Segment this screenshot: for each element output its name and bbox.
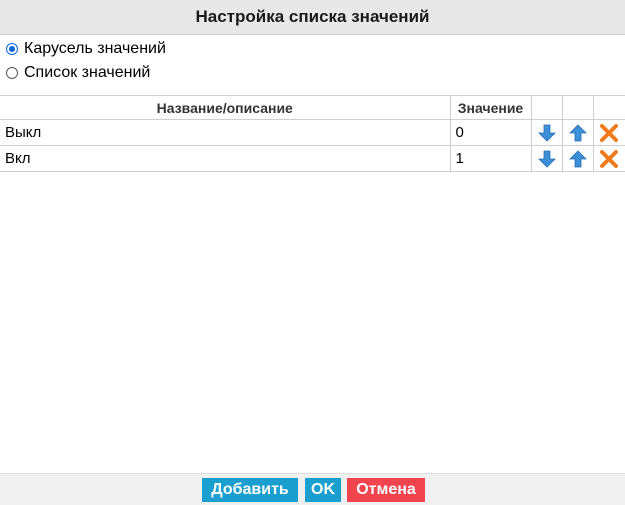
column-header-delete xyxy=(593,96,625,120)
arrow-up-icon[interactable] xyxy=(568,149,588,169)
arrow-down-icon[interactable] xyxy=(537,149,557,169)
row-name-cell[interactable]: Выкл xyxy=(0,119,451,146)
close-icon[interactable] xyxy=(599,149,619,169)
table-header-row: Название/описание Значение xyxy=(0,96,625,120)
row-name-cell[interactable]: Вкл xyxy=(0,145,451,172)
table-row: Вкл 1 xyxy=(0,145,625,172)
values-grid: Название/описание Значение Выкл 0 Вкл 1 xyxy=(0,95,625,474)
value-list-dialog: Настройка списка значений Карусель значе… xyxy=(0,0,625,505)
move-down-cell xyxy=(531,145,563,172)
values-table: Название/описание Значение Выкл 0 Вкл 1 xyxy=(0,96,625,172)
column-header-move-down xyxy=(531,96,563,120)
move-down-cell xyxy=(531,119,563,146)
radio-carousel-option[interactable]: Карусель значений xyxy=(6,37,166,61)
column-header-value: Значение xyxy=(450,96,532,120)
radio-list-option[interactable]: Список значений xyxy=(6,61,166,85)
move-up-cell xyxy=(562,119,594,146)
close-icon[interactable] xyxy=(599,123,619,143)
add-button[interactable]: Добавить xyxy=(202,478,298,502)
radio-carousel-label: Карусель значений xyxy=(24,40,166,57)
radio-carousel[interactable] xyxy=(6,43,18,55)
dialog-title-text: Настройка списка значений xyxy=(195,7,430,26)
cancel-button[interactable]: Отмена xyxy=(347,478,425,502)
ok-button[interactable]: OK xyxy=(305,478,341,502)
radio-list[interactable] xyxy=(6,67,18,79)
arrow-up-icon[interactable] xyxy=(568,123,588,143)
row-value-cell[interactable]: 1 xyxy=(450,145,532,172)
delete-cell xyxy=(593,119,625,146)
dialog-footer: Добавить OK Отмена xyxy=(0,473,625,505)
display-mode-group: Карусель значений Список значений xyxy=(6,37,166,85)
arrow-down-icon[interactable] xyxy=(537,123,557,143)
dialog-title: Настройка списка значений xyxy=(0,0,625,35)
move-up-cell xyxy=(562,145,594,172)
column-header-name: Название/описание xyxy=(0,96,451,120)
delete-cell xyxy=(593,145,625,172)
row-value-cell[interactable]: 0 xyxy=(450,119,532,146)
table-row: Выкл 0 xyxy=(0,119,625,146)
column-header-move-up xyxy=(562,96,594,120)
radio-list-label: Список значений xyxy=(24,64,151,81)
